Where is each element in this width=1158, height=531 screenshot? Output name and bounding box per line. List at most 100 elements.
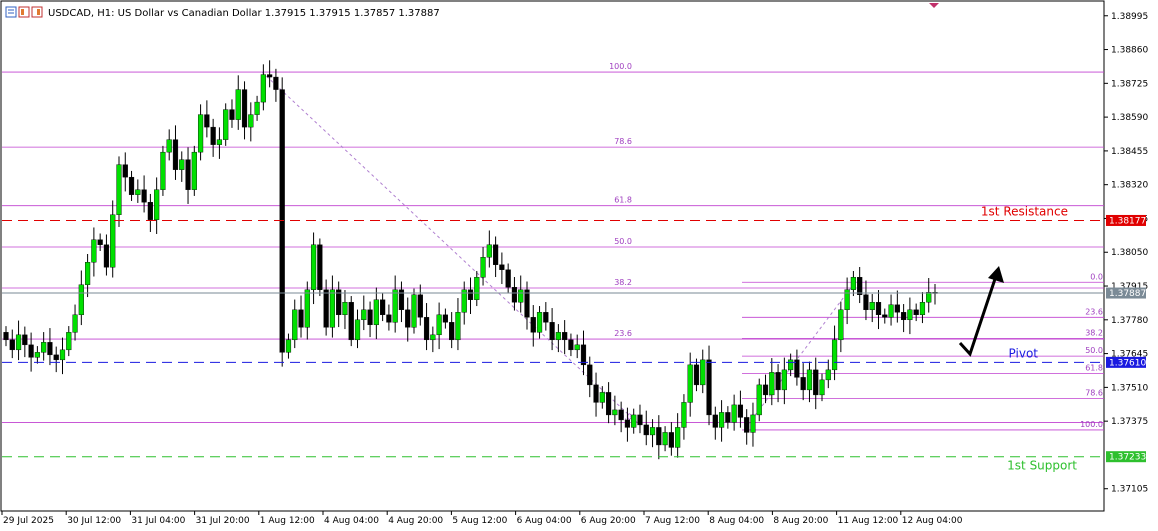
- candle-body: [467, 289, 474, 300]
- fib-level-label: 23.6: [614, 329, 632, 338]
- candle-body: [66, 332, 72, 351]
- candle-body: [254, 101, 260, 115]
- candle-body: [568, 339, 574, 351]
- candle-body: [480, 257, 486, 278]
- chart-title: USDCAD, H1: US Dollar vs Canadian Dollar…: [48, 8, 440, 19]
- candle-body: [511, 287, 518, 303]
- support-label: 1st Support: [1007, 459, 1077, 473]
- candle-body: [392, 289, 398, 323]
- candle-body: [204, 114, 210, 128]
- price-tick-label: 1.38050: [1111, 248, 1148, 258]
- candle-body: [894, 304, 900, 313]
- candle-body: [116, 164, 122, 215]
- candle-body: [656, 427, 662, 446]
- time-tick-label: 6 Aug 04:00: [517, 516, 572, 526]
- candle-body: [706, 359, 712, 416]
- candle-body: [907, 309, 913, 321]
- fib-level-label: 38.2: [1085, 329, 1103, 338]
- candle-body: [493, 244, 499, 265]
- candle-body: [593, 384, 599, 403]
- fib-level-label: 50.0: [1085, 346, 1103, 355]
- candle-body: [216, 139, 223, 145]
- time-tick-label: 11 Aug 12:00: [838, 516, 899, 526]
- candle-body: [668, 432, 674, 448]
- time-tick-label: 7 Aug 12:00: [645, 516, 700, 526]
- time-tick-label: 30 Jul 12:00: [67, 516, 121, 526]
- candle-body: [235, 89, 241, 120]
- candle-body: [831, 339, 838, 371]
- candle-body: [317, 244, 323, 290]
- candle-body: [756, 384, 762, 416]
- fib-level-label: 23.6: [1085, 307, 1103, 316]
- candle-body: [618, 409, 624, 421]
- candle-body: [41, 342, 47, 353]
- candle-body: [210, 126, 216, 145]
- candle-body: [197, 114, 204, 153]
- fib-level-label: 100.0: [609, 62, 632, 71]
- current-badge-text: 1.37887: [1109, 289, 1146, 299]
- candle-body: [361, 309, 367, 321]
- candle-body: [499, 264, 505, 270]
- candle-body: [191, 151, 197, 190]
- candle-body: [769, 372, 775, 396]
- candle-body: [875, 302, 882, 316]
- candle-body: [154, 189, 160, 220]
- candle-body: [166, 139, 172, 153]
- fib-level-label: 78.6: [1085, 388, 1103, 397]
- candle-body: [229, 109, 235, 120]
- time-tick-label: 5 Aug 12:00: [452, 516, 507, 526]
- candle-body: [179, 159, 185, 170]
- price-tick-label: 1.38590: [1111, 113, 1148, 123]
- candle-body: [813, 369, 819, 396]
- candle-body: [348, 302, 354, 341]
- resistance-price-badge: 1.38177: [1106, 214, 1146, 226]
- candle-body: [700, 359, 706, 386]
- candle-body: [649, 427, 656, 436]
- candle-body: [380, 299, 386, 316]
- fib-level-label: 78.6: [614, 137, 632, 146]
- candle-body: [744, 417, 750, 433]
- candlestick-chart[interactable]: USDCAD, H1: US Dollar vs Canadian Dollar…: [0, 0, 1158, 531]
- plot-frame: [0, 0, 1105, 512]
- candle-body: [342, 302, 348, 316]
- candle: [756, 378, 762, 422]
- candle-body: [687, 364, 693, 403]
- price-tick-label: 1.37375: [1111, 417, 1148, 427]
- price-axis[interactable]: 1.38995 1.38860 1.38725 1.38590 1.38455 1.383…: [1104, 12, 1148, 495]
- candle-body: [285, 339, 292, 353]
- candle-body: [411, 294, 417, 328]
- candle-body: [15, 334, 22, 351]
- candle-body: [850, 277, 856, 290]
- candle-body: [800, 377, 806, 391]
- candle-body: [806, 369, 813, 391]
- candle-body: [913, 309, 919, 316]
- time-tick-label: 12 Aug 04:00: [902, 516, 963, 526]
- candle-body: [128, 176, 135, 195]
- time-tick-label: 29 Jul 2025: [3, 516, 54, 526]
- candle-body: [147, 201, 153, 220]
- candle: [317, 238, 323, 297]
- candle-body: [838, 309, 844, 341]
- candle-body: [555, 332, 561, 341]
- candle-body: [405, 309, 411, 328]
- time-tick-label: 31 Jul 04:00: [131, 516, 185, 526]
- candle-body: [28, 344, 34, 358]
- candle-body: [430, 334, 436, 341]
- fib-level-label: 38.2: [614, 278, 632, 287]
- candle: [279, 77, 285, 367]
- candle-body: [474, 277, 480, 300]
- time-tick-label: 6 Aug 20:00: [581, 516, 636, 526]
- candle-body: [518, 289, 524, 303]
- time-axis[interactable]: 29 Jul 2025 30 Jul 12:00 31 Jul 04:00 31 Ju…: [1, 511, 963, 526]
- candle-body: [549, 322, 555, 341]
- current-price-badge: 1.37887: [1106, 287, 1146, 299]
- candle-body: [455, 312, 461, 341]
- candle-body: [612, 409, 618, 416]
- time-tick-label: 8 Aug 04:00: [709, 516, 764, 526]
- chart-list-icon[interactable]: [5, 6, 17, 18]
- candle-body: [888, 304, 894, 318]
- candle-body: [85, 262, 91, 285]
- pivot-label: Pivot: [1009, 346, 1039, 360]
- pivot-badge-text: 1.37610: [1109, 358, 1146, 368]
- price-tick-label: 1.37780: [1111, 316, 1148, 326]
